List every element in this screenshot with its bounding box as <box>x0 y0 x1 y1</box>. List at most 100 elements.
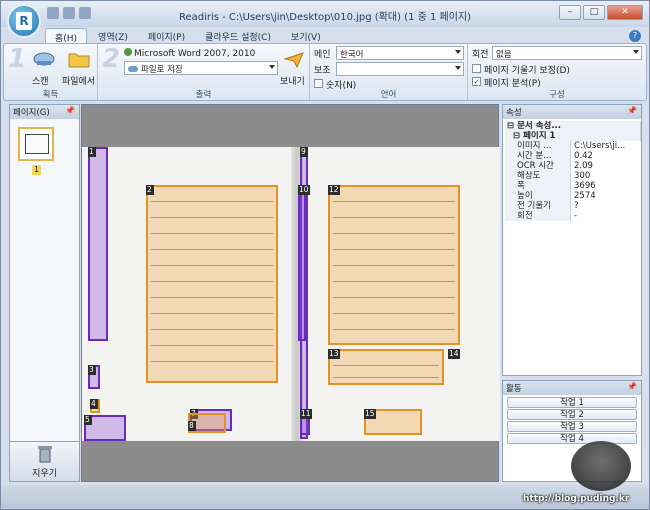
property-row: 해상도 300 <box>505 171 641 181</box>
zone-15[interactable]: 15 <box>364 409 422 435</box>
zone-2[interactable]: 2 <box>146 185 278 383</box>
zone-number: 2 <box>146 185 154 195</box>
rotate-label: 회전 <box>472 50 489 60</box>
tab-zone[interactable]: 영역(Z) <box>89 28 137 43</box>
job-item[interactable]: 작업 1 <box>507 397 637 408</box>
output-format[interactable]: Microsoft Word 2007, 2010 <box>124 48 255 59</box>
from-file-label: 파일에서 <box>62 77 96 87</box>
folder-icon <box>68 53 90 68</box>
sub-language-select[interactable] <box>336 62 464 76</box>
page-properties-label: 페이지 1 <box>523 131 556 141</box>
zone-12[interactable]: 12 <box>328 185 460 345</box>
main-language-value: 한국어 <box>340 50 364 60</box>
zone-13[interactable]: 13 <box>328 349 444 385</box>
maximize-button[interactable]: □ <box>583 5 605 20</box>
numbers-checkbox[interactable] <box>314 79 323 88</box>
property-row: 회전 - <box>505 211 641 221</box>
output-group-label: 출력 <box>195 90 212 100</box>
zone-number: 14 <box>448 349 460 359</box>
close-button[interactable]: ✕ <box>607 5 643 20</box>
property-row: 높이 2574 <box>505 191 641 201</box>
language-group-label: 언어 <box>380 90 397 100</box>
pin-icon[interactable]: 📌 <box>65 106 75 115</box>
doc-properties-label: 문서 속성... <box>517 121 562 131</box>
pages-panel: 페이지(G) 📌 1 <box>9 104 80 482</box>
zone-8[interactable]: 8 <box>188 413 226 433</box>
zone-number: 11 <box>300 409 312 419</box>
page-properties-group[interactable]: ⊟ 페이지 1 <box>505 131 641 141</box>
zone-10[interactable]: 10 <box>298 185 310 341</box>
zone-number: 3 <box>88 365 96 375</box>
property-key: 해상도 <box>505 171 571 181</box>
property-value: ? <box>574 201 579 211</box>
zone-number: 10 <box>298 185 310 195</box>
tab-page[interactable]: 페이지(P) <box>139 28 194 43</box>
main-language-label: 메인 <box>314 50 331 60</box>
paper-plane-icon <box>284 52 304 68</box>
send-button[interactable]: 보내기 <box>280 48 308 87</box>
zone-5[interactable]: 5 <box>84 415 126 441</box>
property-value: 3696 <box>574 181 596 191</box>
zone-number: 13 <box>328 349 340 359</box>
cloud-icon <box>128 66 138 72</box>
zone-number: 5 <box>84 415 92 425</box>
job-item[interactable]: 작업 3 <box>507 421 637 432</box>
clear-button[interactable]: 지우기 <box>9 441 80 482</box>
properties-panel-header: 속성 📌 <box>503 105 641 119</box>
zone-14[interactable]: 14 <box>448 349 460 359</box>
zone-4[interactable]: 4 <box>90 399 100 413</box>
property-value: 0.42 <box>574 151 593 161</box>
step-2-numeral: 2 <box>102 44 121 74</box>
page-number-badge: 1 <box>32 165 41 175</box>
zone-number: 15 <box>364 409 376 419</box>
zone-number: 1 <box>88 147 96 157</box>
pin-icon[interactable]: 📌 <box>627 382 637 391</box>
page-thumbnail[interactable] <box>18 127 54 161</box>
page-thumbnail-image <box>25 134 49 154</box>
group-layout: 회전 없음 페이지 기울기 보정(D) ✓ 페이지 분석(P) 구성 <box>468 44 646 101</box>
zone-11[interactable]: 11 <box>300 409 312 435</box>
rotate-value: 없음 <box>496 50 512 60</box>
deskew-checkbox[interactable] <box>472 64 481 73</box>
readiris-logo-icon: R <box>16 12 32 30</box>
zone-1[interactable]: 1 <box>88 147 108 341</box>
output-format-label: Microsoft Word 2007, 2010 <box>134 49 256 59</box>
property-value: - <box>574 211 578 221</box>
scan-label: 스캔 <box>32 77 49 87</box>
tab-cloud[interactable]: 클라우드 설정(C) <box>196 28 280 43</box>
property-row: 이미지 ... C:\Users\ji... <box>505 141 641 151</box>
tab-home[interactable]: 홈(H) <box>45 28 88 44</box>
blog-watermark: http://blog.puding.kr <box>523 494 630 504</box>
title-bar: Readiris - C:\Users\jin\Desktop\010.jpg … <box>1 1 649 27</box>
scanner-icon <box>33 52 55 66</box>
zone-3[interactable]: 3 <box>88 365 100 389</box>
acquire-group-label: 획득 <box>42 90 59 100</box>
doc-properties-group[interactable]: ⊟ 문서 속성... <box>505 121 641 131</box>
from-file-button[interactable]: 파일에서 <box>60 48 96 87</box>
activity-panel-header: 활동 📌 <box>503 381 641 395</box>
main-language-select[interactable]: 한국어 <box>336 46 464 60</box>
pin-icon[interactable]: 📌 <box>627 106 637 115</box>
image-viewer[interactable]: 1 2 3 4 5 6 7 8 9 10 11 12 13 14 15 <box>81 104 500 482</box>
property-key: 전 기울기 <box>505 201 571 211</box>
properties-table: ⊟ 문서 속성... ⊟ 페이지 1 이미지 ... C:\Users\ji...… <box>505 121 641 221</box>
scan-button[interactable]: 스캔 <box>28 48 58 87</box>
property-key: 높이 <box>505 191 571 201</box>
rotate-select[interactable]: 없음 <box>492 46 642 60</box>
tab-view[interactable]: 보기(V) <box>282 28 330 43</box>
sub-language-label: 보조 <box>314 66 331 76</box>
minimize-button[interactable]: – <box>559 5 581 20</box>
property-value: C:\Users\ji... <box>574 141 626 151</box>
chevron-down-icon <box>455 50 461 54</box>
property-value: 2574 <box>574 191 596 201</box>
help-icon[interactable]: ? <box>629 30 641 42</box>
save-destination-select[interactable]: 파일로 저장 <box>124 61 278 75</box>
group-acquire: 1 스캔 파일에서 획득 <box>4 44 98 101</box>
properties-panel: 속성 📌 ⊟ 문서 속성... ⊟ 페이지 1 이미지 ... C:\Users\j… <box>502 104 642 376</box>
job-item[interactable]: 작업 2 <box>507 409 637 420</box>
analyze-checkbox[interactable]: ✓ <box>472 77 481 86</box>
job-item[interactable]: 작업 4 <box>507 433 637 444</box>
zone-number: 9 <box>300 147 308 157</box>
application-menu-button[interactable]: R <box>7 4 41 38</box>
zone-number: 4 <box>90 399 98 409</box>
